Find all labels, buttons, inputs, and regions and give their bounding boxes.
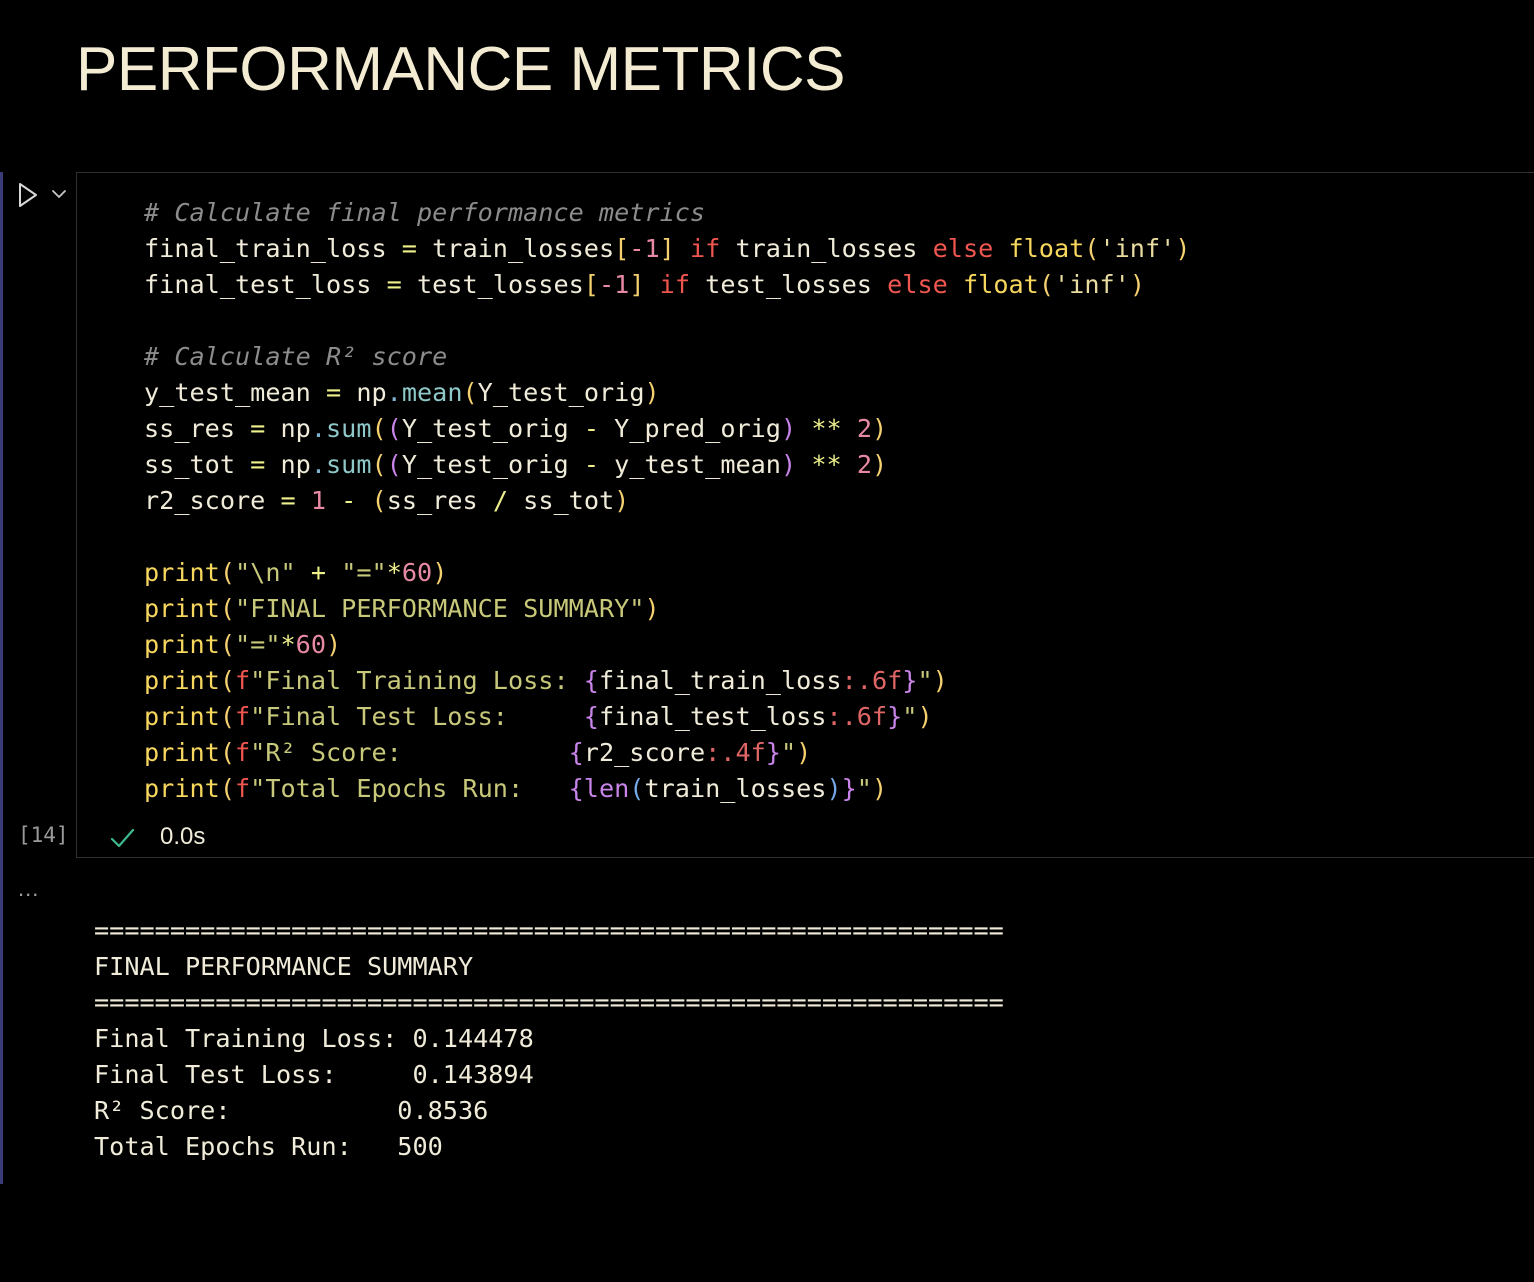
- output-line: ========================================…: [94, 916, 1004, 945]
- code-line: print(f"R² Score: {r2_score:.4f}"): [144, 738, 812, 767]
- cell-focus-indicator: [0, 172, 3, 1184]
- check-icon: [110, 828, 135, 848]
- code-comment: # Calculate R² score: [144, 342, 448, 371]
- code-line: ss_tot = np.sum((Y_test_orig - y_test_me…: [144, 450, 888, 479]
- code-line: print("="*60): [144, 630, 342, 659]
- execution-time: 0.0s: [160, 823, 206, 850]
- output-line: FINAL PERFORMANCE SUMMARY: [94, 952, 474, 981]
- code-line-empty: [144, 303, 1190, 339]
- code-line: print(f"Final Test Loss: {final_test_los…: [144, 702, 933, 731]
- page-title: PERFORMANCE METRICS: [76, 35, 845, 104]
- code-line: print(f"Final Training Loss: {final_trai…: [144, 666, 948, 695]
- execution-count: [14]: [18, 823, 69, 847]
- code-editor[interactable]: # Calculate final performance metrics fin…: [144, 195, 1190, 807]
- output-actions-button[interactable]: ...: [18, 876, 39, 902]
- play-icon: [19, 183, 37, 207]
- code-line: # Calculate R² score: [144, 339, 1190, 375]
- output-line: Total Epochs Run: 500: [94, 1132, 443, 1161]
- output-line: Final Training Loss: 0.144478: [94, 1024, 534, 1053]
- code-line: y_test_mean = np.mean(Y_test_orig): [144, 378, 660, 407]
- code-line: print(f"Total Epochs Run: {len(train_los…: [144, 774, 888, 803]
- code-line: print("FINAL PERFORMANCE SUMMARY"): [144, 594, 660, 623]
- output-line: Final Test Loss: 0.143894: [94, 1060, 534, 1089]
- code-line: print("\n" + "="*60): [144, 558, 448, 587]
- code-line: # Calculate final performance metrics: [144, 195, 1190, 231]
- run-cell-button[interactable]: [12, 180, 42, 210]
- cell-output: ========================================…: [94, 913, 1004, 1165]
- code-line: ss_res = np.sum((Y_test_orig - Y_pred_or…: [144, 414, 888, 443]
- chevron-down-icon: [52, 190, 66, 198]
- code-line-empty: [144, 519, 1190, 555]
- code-comment: # Calculate final performance metrics: [144, 198, 706, 227]
- code-line: final_train_loss = train_losses[-1] if t…: [144, 234, 1191, 263]
- output-line: ========================================…: [94, 988, 1004, 1017]
- run-options-button[interactable]: [48, 182, 70, 206]
- output-line: R² Score: 0.8536: [94, 1096, 489, 1125]
- code-line: final_test_loss = test_losses[-1] if tes…: [144, 270, 1145, 299]
- code-line: r2_score = 1 - (ss_res / ss_tot): [144, 486, 630, 515]
